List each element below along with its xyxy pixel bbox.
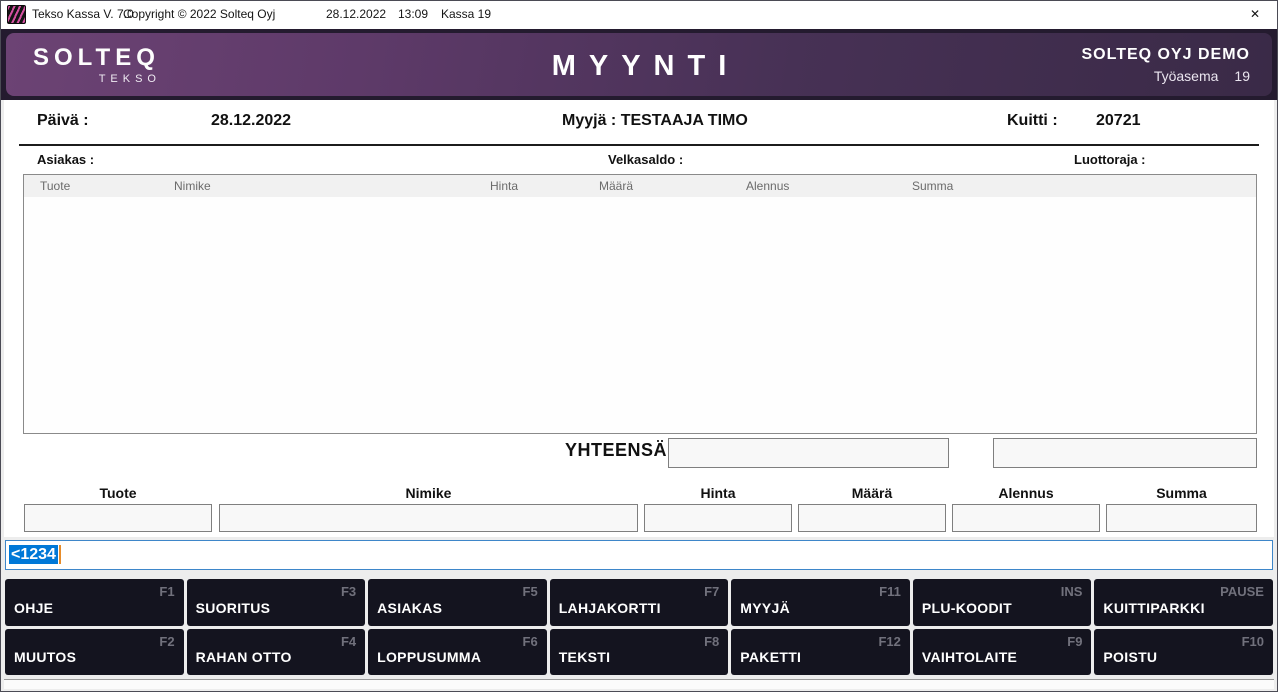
titlebar-date: 28.12.2022	[326, 7, 386, 21]
close-icon[interactable]: ✕	[1244, 7, 1266, 21]
header-panel: SOLTEQ TEKSO MYYNTI SOLTEQ OYJ DEMO Työa…	[6, 33, 1272, 96]
total-amount-field	[668, 438, 949, 468]
total-secondary-field	[993, 438, 1257, 468]
fkey-label: POISTU	[1103, 649, 1157, 665]
fkey-myyja-button[interactable]: MYYJÄ F11	[731, 579, 910, 626]
product-name-field[interactable]	[219, 504, 638, 532]
discount-field[interactable]	[952, 504, 1100, 532]
product-code-field[interactable]	[24, 504, 212, 532]
quantity-field[interactable]	[798, 504, 946, 532]
app-window: Tekso Kassa V. 7.0 Copyright © 2022 Solt…	[0, 0, 1278, 692]
titlebar: Tekso Kassa V. 7.0 Copyright © 2022 Solt…	[1, 1, 1277, 29]
fkey-teksti-button[interactable]: TEKSTI F8	[550, 629, 729, 676]
seller-text: Myyjä : TESTAAJA TIMO	[562, 112, 748, 130]
fkey-label: MYYJÄ	[740, 600, 790, 616]
fkey-loppusumma-button[interactable]: LOPPUSUMMA F6	[368, 629, 547, 676]
debt-balance-label: Velkasaldo :	[608, 152, 683, 167]
column-header-alennus: Alennus	[746, 179, 789, 193]
column-header-maara: Määrä	[599, 179, 633, 193]
fkey-keycap: F10	[1242, 634, 1264, 649]
total-label: YHTEENSÄ	[549, 440, 667, 461]
fkey-keycap: F12	[878, 634, 900, 649]
fkey-keycap: F4	[341, 634, 356, 649]
status-bar	[4, 679, 1274, 689]
main-panel: Päivä : 28.12.2022 Myyjä : TESTAAJA TIMO…	[4, 100, 1274, 537]
fkey-label: LOPPUSUMMA	[377, 649, 481, 665]
fkey-lahjakortti-button[interactable]: LAHJAKORTTI F7	[550, 579, 729, 626]
titlebar-time: 13:09	[398, 7, 428, 21]
sum-field[interactable]	[1106, 504, 1257, 532]
fkey-keycap: F1	[159, 584, 174, 599]
fkey-muutos-button[interactable]: MUUTOS F2	[5, 629, 184, 676]
fkey-asiakas-button[interactable]: ASIAKAS F5	[368, 579, 547, 626]
window-title: Tekso Kassa V. 7.0	[32, 7, 134, 21]
fkey-label: MUUTOS	[14, 649, 76, 665]
fkey-label: OHJE	[14, 600, 53, 616]
command-input[interactable]: <1234	[5, 540, 1273, 570]
column-header-nimike: Nimike	[174, 179, 211, 193]
fkey-keycap: F6	[523, 634, 538, 649]
copyright-text: Copyright © 2022 Solteq Oyj	[123, 7, 275, 21]
customer-label: Asiakas :	[37, 152, 94, 167]
fkey-label: RAHAN OTTO	[196, 649, 292, 665]
price-field[interactable]	[644, 504, 792, 532]
workstation-number: 19	[1234, 68, 1250, 84]
fkey-label: KUITTIPARKKI	[1103, 600, 1204, 616]
entry-label-tuote: Tuote	[24, 485, 212, 501]
company-name: SOLTEQ OYJ DEMO	[1082, 46, 1251, 64]
entry-label-nimike: Nimike	[219, 485, 638, 501]
workstation-info: Työasema 19	[1082, 68, 1251, 84]
column-header-summa: Summa	[912, 179, 953, 193]
items-table-body	[24, 197, 1256, 433]
fkey-keycap: F3	[341, 584, 356, 599]
fkey-paketti-button[interactable]: PAKETTI F12	[731, 629, 910, 676]
fkey-keycap: F11	[879, 584, 901, 599]
receipt-label: Kuitti :	[1007, 112, 1058, 130]
fkey-label: ASIAKAS	[377, 600, 442, 616]
entry-label-alennus: Alennus	[952, 485, 1100, 501]
entry-label-hinta: Hinta	[644, 485, 792, 501]
column-header-tuote: Tuote	[40, 179, 70, 193]
entry-label-summa: Summa	[1106, 485, 1257, 501]
header-right-block: SOLTEQ OYJ DEMO Työasema 19	[1082, 46, 1251, 84]
fkey-ohje-button[interactable]: OHJE F1	[5, 579, 184, 626]
solteq-app-icon	[7, 5, 26, 24]
fkey-vaihtolaite-button[interactable]: VAIHTOLAITE F9	[913, 629, 1092, 676]
entry-label-maara: Määrä	[798, 485, 946, 501]
function-key-bar: OHJE F1 SUORITUS F3 ASIAKAS F5 LAHJAKORT…	[5, 579, 1273, 675]
date-value: 28.12.2022	[211, 112, 291, 130]
fkey-keycap: PAUSE	[1220, 584, 1264, 599]
app-header: SOLTEQ TEKSO MYYNTI SOLTEQ OYJ DEMO Työa…	[1, 29, 1277, 100]
fkey-keycap: F5	[523, 584, 538, 599]
items-table: Tuote Nimike Hinta Määrä Alennus Summa	[23, 174, 1257, 434]
fkey-label: TEKSTI	[559, 649, 611, 665]
fkey-label: PAKETTI	[740, 649, 801, 665]
fkey-keycap: F9	[1067, 634, 1082, 649]
fkey-keycap: F8	[704, 634, 719, 649]
workstation-label: Työasema	[1154, 68, 1219, 84]
fkey-suoritus-button[interactable]: SUORITUS F3	[187, 579, 366, 626]
divider-line	[19, 144, 1259, 146]
fkey-label: SUORITUS	[196, 600, 271, 616]
column-header-hinta: Hinta	[490, 179, 518, 193]
receipt-number: 20721	[1096, 112, 1141, 130]
fkey-plu-koodit-button[interactable]: PLU-KOODIT INS	[913, 579, 1092, 626]
fkey-keycap: INS	[1061, 584, 1083, 599]
register-number: Kassa 19	[441, 7, 491, 21]
fkey-label: VAIHTOLAITE	[922, 649, 1017, 665]
fkey-rahan-otto-button[interactable]: RAHAN OTTO F4	[187, 629, 366, 676]
fkey-label: LAHJAKORTTI	[559, 600, 661, 616]
fkey-keycap: F7	[704, 584, 719, 599]
fkey-poistu-button[interactable]: POISTU F10	[1094, 629, 1273, 676]
items-table-header: Tuote Nimike Hinta Määrä Alennus Summa	[24, 175, 1256, 197]
fkey-keycap: F2	[159, 634, 174, 649]
fkey-label: PLU-KOODIT	[922, 600, 1012, 616]
fkey-kuittiparkki-button[interactable]: KUITTIPARKKI PAUSE	[1094, 579, 1273, 626]
date-label: Päivä :	[37, 112, 89, 130]
credit-limit-label: Luottoraja :	[1074, 152, 1146, 167]
text-caret	[59, 545, 61, 564]
command-input-selected-text: <1234	[9, 545, 58, 564]
